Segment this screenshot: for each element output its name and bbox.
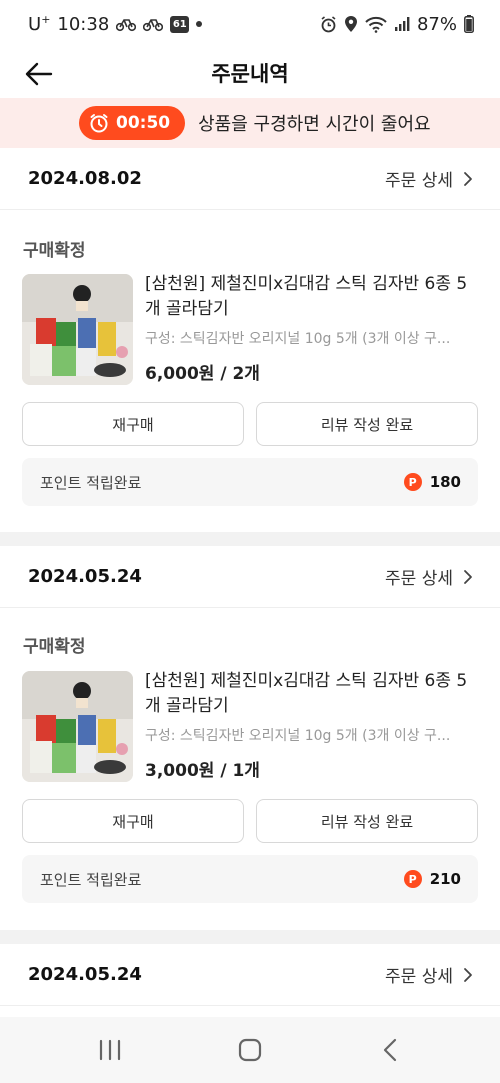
order-detail-link[interactable]: 주문 상세 <box>385 962 473 987</box>
nav-back-button[interactable] <box>360 1025 420 1075</box>
signal-icon <box>394 16 410 32</box>
chevron-right-icon <box>464 569 472 584</box>
product-name: [삼천원] 제철진미x김대감 스틱 김자반 6종 5개 골라담기 <box>145 274 468 319</box>
point-label: 포인트 적립완료 <box>40 473 142 492</box>
point-value-group: P 210 <box>403 870 461 888</box>
order-card: 2024.08.02 주문 상세 구매확정 [삼천원] 제철진미x김대감 스틱 … <box>0 148 500 506</box>
order-card: 2024.05.24 주문 상세 구매확정 [삼천원] 제철진미x김대감 스틱 … <box>0 546 500 903</box>
banner-text: 상품을 구경하면 시간이 줄어요 <box>198 114 431 135</box>
bike-icon <box>116 16 137 32</box>
bike-icon <box>143 16 164 32</box>
order-actions: 재구매 리뷰 작성 완료 <box>22 402 478 446</box>
carrier: U+ <box>28 13 50 35</box>
product-name: [삼천원] 제철진미x김대감 스틱 김자반 6종 5개 골라담기 <box>145 671 468 716</box>
product-price: 6,000원 / 2개 <box>145 364 260 384</box>
page-title: 주문내역 <box>211 62 289 86</box>
carrier-text: U <box>28 14 42 35</box>
alarm-icon <box>320 15 337 33</box>
stopwatch-icon <box>90 114 108 133</box>
order-status: 구매확정 <box>23 241 86 261</box>
point-icon: P <box>403 870 422 888</box>
order-header: 2024.08.02 주문 상세 <box>0 148 500 210</box>
order-date: 2024.05.24 <box>28 566 142 587</box>
status-time: 10:38 <box>57 13 110 35</box>
status-left: U+ 10:38 61 <box>28 13 203 35</box>
timer-pill: 00:50 <box>79 106 186 140</box>
product-item[interactable]: [삼천원] 제철진미x김대감 스틱 김자반 6종 5개 골라담기 구성: 스틱김… <box>22 274 482 386</box>
recent-apps-button[interactable] <box>80 1025 140 1075</box>
home-icon <box>238 1038 262 1062</box>
review-complete-button[interactable]: 리뷰 작성 완료 <box>256 402 478 446</box>
home-button[interactable] <box>220 1025 280 1075</box>
notification-badge-icon: 61 <box>170 15 190 33</box>
order-status: 구매확정 <box>23 637 86 657</box>
product-price: 3,000원 / 1개 <box>145 761 260 781</box>
location-icon <box>344 15 358 33</box>
chevron-right-icon <box>464 967 472 982</box>
point-summary: 포인트 적립완료 P 180 <box>22 458 478 506</box>
product-thumbnail <box>22 671 133 782</box>
product-option: 구성: 스틱김자반 오리지널 10g 5개 (3개 이상 구... <box>145 331 451 347</box>
order-detail-label: 주문 상세 <box>385 967 453 987</box>
notification-dot-icon <box>196 21 203 27</box>
recent-apps-icon <box>99 1039 121 1061</box>
back-arrow-icon <box>25 62 53 86</box>
review-complete-button[interactable]: 리뷰 작성 완료 <box>256 799 478 843</box>
wifi-icon <box>365 16 387 33</box>
carrier-sup: + <box>41 13 51 26</box>
rebuy-button[interactable]: 재구매 <box>22 799 244 843</box>
order-date: 2024.05.24 <box>28 964 142 985</box>
order-header: 2024.05.24 주문 상세 <box>0 546 500 608</box>
timer-banner[interactable]: 00:50 상품을 구경하면 시간이 줄어요 <box>0 98 500 148</box>
order-detail-label: 주문 상세 <box>385 569 453 589</box>
timer-value: 00:50 <box>116 113 171 133</box>
order-card: 2024.05.24 주문 상세 <box>0 944 500 1006</box>
product-thumbnail <box>22 274 133 385</box>
point-value: 180 <box>429 473 461 491</box>
chevron-right-icon <box>464 171 472 186</box>
order-header: 2024.05.24 주문 상세 <box>0 944 500 1006</box>
point-summary: 포인트 적립완료 P 210 <box>22 855 478 903</box>
system-nav-bar <box>0 1017 500 1083</box>
section-divider <box>0 532 500 546</box>
order-detail-link[interactable]: 주문 상세 <box>385 166 473 191</box>
point-value-group: P 180 <box>403 473 461 491</box>
status-right: 87% <box>320 14 474 35</box>
order-actions: 재구매 리뷰 작성 완료 <box>22 799 478 843</box>
product-item[interactable]: [삼천원] 제철진미x김대감 스틱 김자반 6종 5개 골라담기 구성: 스틱김… <box>22 671 482 783</box>
back-button[interactable] <box>20 55 58 93</box>
section-divider <box>0 930 500 944</box>
status-bar: U+ 10:38 61 87% <box>0 0 500 48</box>
nav-back-icon <box>383 1038 397 1062</box>
rebuy-button[interactable]: 재구매 <box>22 402 244 446</box>
point-value: 210 <box>429 870 461 888</box>
product-option: 구성: 스틱김자반 오리지널 10g 5개 (3개 이상 구... <box>145 728 451 744</box>
battery-icon <box>464 15 474 33</box>
point-label: 포인트 적립완료 <box>40 870 142 889</box>
order-date: 2024.08.02 <box>28 168 142 189</box>
app-header: 주문내역 <box>0 48 500 98</box>
battery-percent: 87% <box>416 13 457 35</box>
point-icon: P <box>403 473 422 491</box>
order-detail-label: 주문 상세 <box>385 171 453 191</box>
order-detail-link[interactable]: 주문 상세 <box>385 564 473 589</box>
